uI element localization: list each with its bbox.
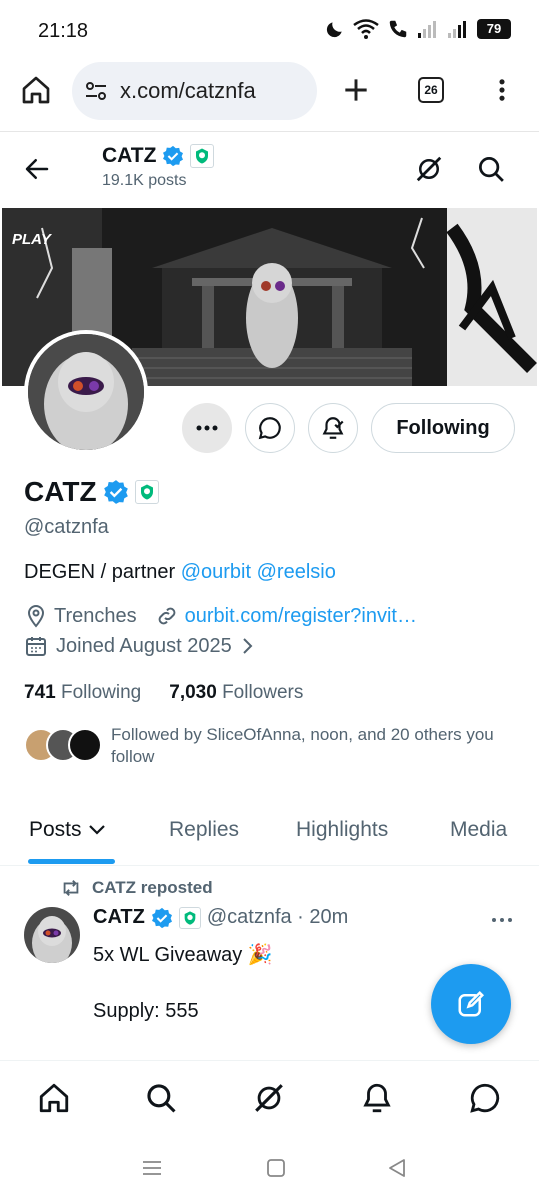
follow-stats: 741 Following 7,030 Followers	[24, 682, 303, 704]
verified-badge-icon	[151, 907, 173, 929]
bottom-navigation	[0, 1060, 539, 1140]
profile-meta: Trenches ourbit.com/register?invit…	[24, 604, 417, 628]
browser-toolbar: x.com/catznfa 26	[0, 60, 539, 132]
profile-name-row: CATZ @catznfa	[24, 476, 159, 539]
more-options-button[interactable]	[182, 403, 232, 453]
profile-header: CATZ 19.1K posts	[0, 132, 539, 208]
active-tab-indicator	[28, 859, 115, 864]
post-author[interactable]: CATZ	[93, 906, 145, 929]
wifi-icon	[353, 19, 379, 39]
nav-home-icon[interactable]	[37, 1081, 71, 1115]
url-text[interactable]: x.com/catznfa	[120, 78, 256, 104]
nav-grok-icon[interactable]	[252, 1081, 286, 1115]
signal-icon-2	[447, 19, 469, 39]
profile-avatar[interactable]	[24, 330, 148, 454]
chevron-down-icon	[88, 825, 105, 835]
call-icon	[387, 18, 409, 40]
followed-by-avatars[interactable]	[24, 728, 114, 764]
header-name: CATZ	[102, 144, 157, 167]
profile-name: CATZ	[24, 476, 97, 507]
profile-handle: @catznfa	[24, 516, 109, 538]
status-time: 21:18	[38, 20, 89, 42]
post-text-line1: 5x WL Giveaway 🎉	[93, 944, 273, 966]
joined-row[interactable]: Joined August 2025	[24, 634, 256, 658]
home-icon[interactable]	[20, 74, 52, 106]
bio-mention-reelsio[interactable]: @reelsio	[257, 561, 336, 583]
back-button-icon[interactable]	[385, 1156, 409, 1180]
home-button-icon[interactable]	[264, 1156, 288, 1180]
recents-icon[interactable]	[140, 1156, 164, 1180]
verified-badge-icon	[103, 479, 129, 505]
calendar-icon	[24, 634, 48, 658]
repost-label: CATZ reposted	[92, 878, 213, 897]
search-icon[interactable]	[476, 154, 506, 184]
chevron-right-icon	[240, 636, 256, 656]
new-tab-icon[interactable]	[340, 74, 372, 106]
profile-tabs: Posts Replies Highlights Media	[0, 800, 539, 866]
following-button[interactable]: Following	[371, 403, 515, 453]
tab-posts[interactable]: Posts	[29, 818, 106, 842]
grok-icon[interactable]	[414, 154, 444, 184]
site-settings-icon[interactable]	[84, 79, 108, 103]
signal-icon	[417, 19, 439, 39]
post-header: CATZ @catznfa · 20m	[93, 906, 348, 929]
location-icon	[24, 604, 48, 628]
header-posts-count: 19.1K posts	[102, 172, 187, 189]
compose-icon	[458, 990, 485, 1017]
affiliate-badge-icon	[190, 144, 215, 168]
tab-highlights[interactable]: Highlights	[296, 818, 388, 842]
repost-indicator: CATZ reposted	[60, 878, 213, 898]
repost-icon	[60, 878, 82, 898]
banner-play-text: PLAY	[12, 231, 53, 248]
bell-check-icon	[322, 417, 344, 439]
notifications-button[interactable]	[308, 403, 358, 453]
avatar	[68, 728, 102, 762]
compose-button[interactable]	[431, 964, 511, 1044]
tab-switcher[interactable]: 26	[418, 77, 444, 103]
system-navigation	[0, 1140, 539, 1200]
post-handle-time: @catznfa · 20m	[206, 906, 349, 928]
menu-icon[interactable]	[488, 74, 516, 106]
more-icon	[196, 425, 218, 431]
status-icons: 79	[325, 18, 511, 40]
followers-stat[interactable]: 7,030 Followers	[169, 682, 303, 704]
url-bar[interactable]: x.com/catznfa	[72, 62, 317, 120]
post-avatar[interactable]	[24, 907, 80, 963]
message-icon	[258, 417, 281, 440]
tab-replies[interactable]: Replies	[169, 818, 239, 842]
joined-text: Joined August 2025	[56, 634, 232, 657]
verified-badge-icon	[162, 145, 184, 167]
website-link[interactable]: ourbit.com/register?invit…	[185, 605, 417, 628]
post-text-line2: Supply: 555	[93, 1000, 199, 1022]
nav-messages-icon[interactable]	[468, 1081, 502, 1115]
status-bar: 21:18 79	[0, 0, 539, 60]
nav-notifications-icon[interactable]	[360, 1081, 394, 1115]
followed-by-text[interactable]: Followed by SliceOfAnna, noon, and 20 ot…	[111, 724, 511, 768]
moon-icon	[325, 19, 345, 39]
post-more-icon[interactable]	[490, 912, 514, 928]
affiliate-badge-icon[interactable]	[134, 480, 159, 504]
profile-bio: DEGEN / partner @ourbit @reelsio	[24, 561, 336, 584]
bio-text: DEGEN / partner	[24, 561, 181, 583]
following-stat[interactable]: 741 Following	[24, 682, 141, 704]
link-icon	[155, 604, 179, 628]
nav-search-icon[interactable]	[144, 1081, 178, 1115]
battery-indicator: 79	[477, 19, 511, 39]
location-text: Trenches	[54, 604, 137, 627]
affiliate-badge-icon	[178, 906, 201, 929]
tab-media[interactable]: Media	[450, 818, 507, 842]
bio-mention-ourbit[interactable]: @ourbit	[181, 561, 251, 583]
back-arrow-icon[interactable]	[22, 154, 52, 184]
message-button[interactable]	[245, 403, 295, 453]
